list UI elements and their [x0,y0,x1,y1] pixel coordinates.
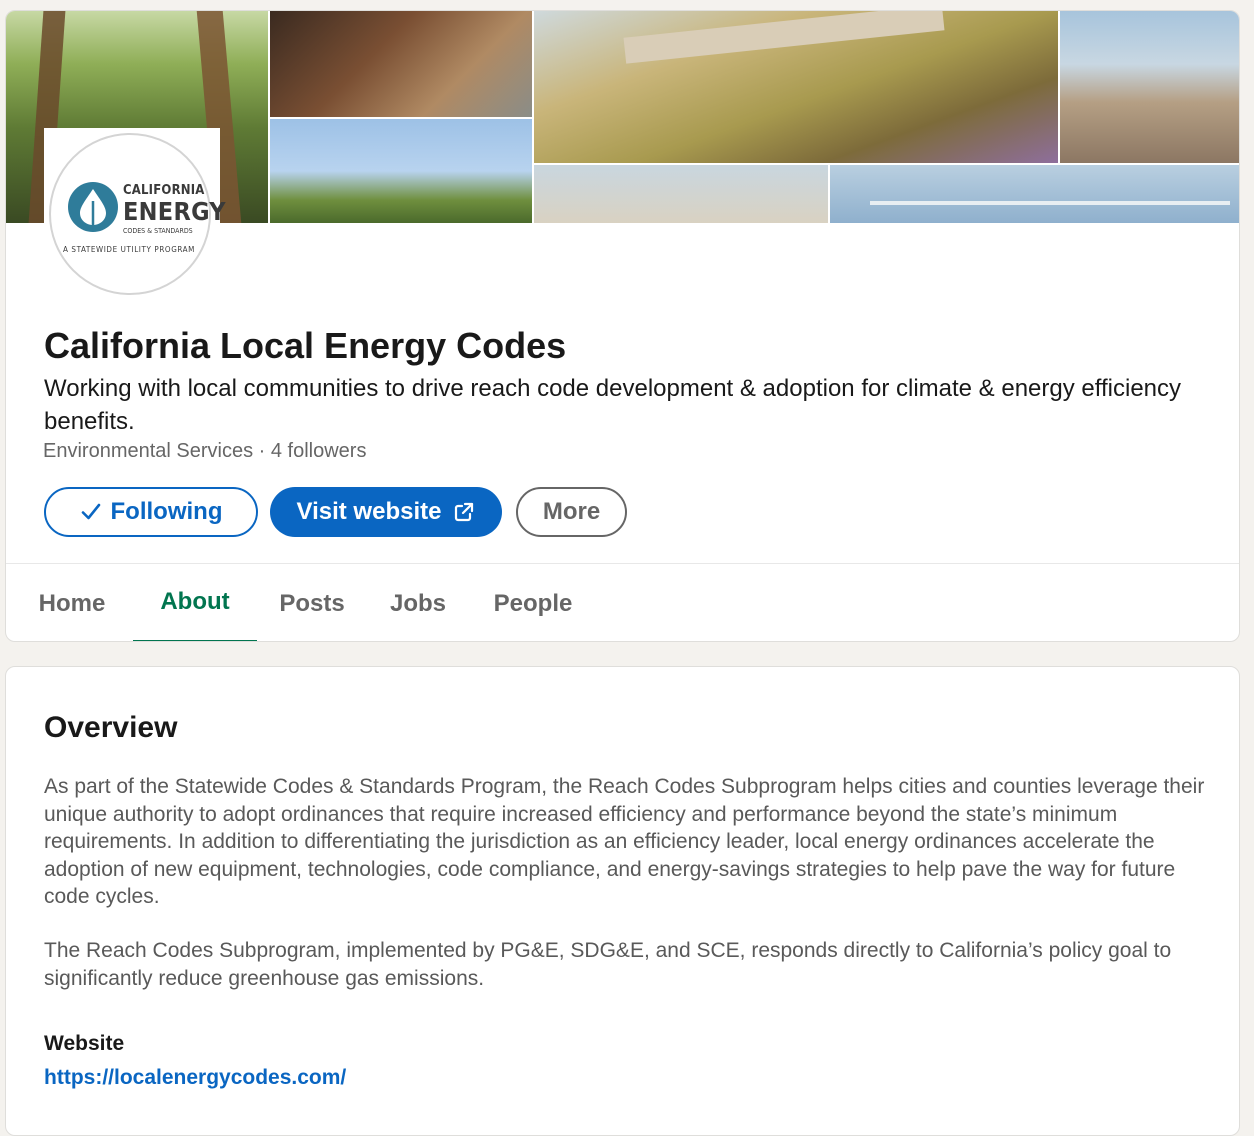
logo-text-codes: CODES & STANDARDS [123,227,193,235]
leaf-drop-icon [68,182,118,232]
cover-photo-palm-tree [534,165,828,223]
cover-photo-hillside-town [270,119,532,223]
logo-text-statewide: A STATEWIDE UTILITY PROGRAM [63,245,195,254]
company-top-card: CALIFORNIA ENERGY CODES & STANDARDS A ST… [5,10,1240,642]
cover-photo-bridge-arch [270,11,532,117]
tab-posts[interactable]: Posts [258,564,366,641]
check-icon [81,503,100,520]
cover-photo-coastal-bridge [534,11,1058,163]
visit-website-button[interactable]: Visit website [270,487,502,537]
tab-people[interactable]: People [470,564,596,641]
company-tagline: Working with local communities to drive … [44,375,1182,435]
overview-paragraph: The Reach Codes Subprogram, implemented … [44,939,1172,990]
logo-text-energy: ENERGY [123,197,226,226]
external-link-icon [455,502,474,522]
more-label: More [542,498,601,525]
logo-text-california: CALIFORNIA [123,183,205,198]
tab-home[interactable]: Home [12,564,132,641]
company-name: California Local Energy Codes [44,325,567,366]
cover-photo-bay-bridge [830,165,1239,223]
website-link[interactable]: https://localenergycodes.com/ [44,1066,346,1090]
cover-photo-city-tower [1060,11,1239,163]
following-button[interactable]: Following [44,487,258,537]
visit-website-label: Visit website [296,498,442,525]
website-label: Website [44,1032,125,1055]
tab-about[interactable]: About [133,564,257,641]
about-card: Overview As part of the Statewide Codes … [5,666,1240,1136]
tab-jobs[interactable]: Jobs [368,564,468,641]
company-meta: Environmental Services · 4 followers [43,440,367,462]
company-tabs: Home About Posts Jobs People [6,564,1239,641]
overview-paragraph: As part of the Statewide Codes & Standar… [44,775,1205,908]
following-label: Following [110,498,223,525]
logo-circle: CALIFORNIA ENERGY CODES & STANDARDS A ST… [49,133,226,295]
overview-title: Overview [44,711,178,744]
company-logo[interactable]: CALIFORNIA ENERGY CODES & STANDARDS A ST… [44,128,226,304]
more-button[interactable]: More [516,487,627,537]
